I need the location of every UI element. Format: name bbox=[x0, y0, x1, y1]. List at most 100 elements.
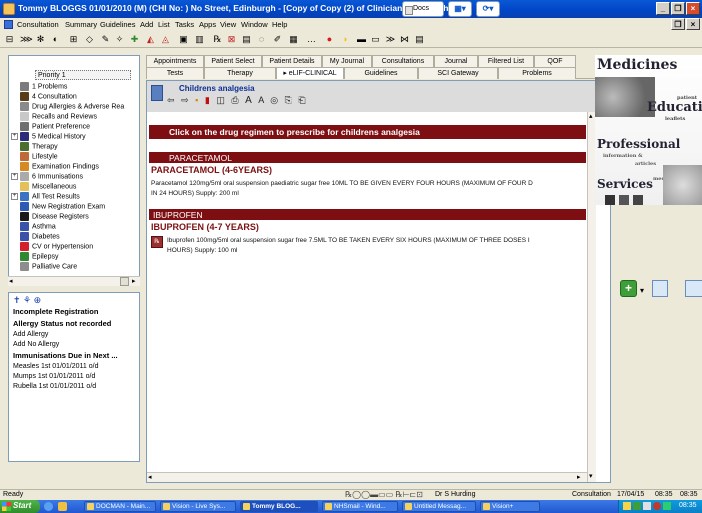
toolbar-button-17-icon[interactable]: ◌ bbox=[256, 34, 267, 45]
start-button[interactable]: Start bbox=[0, 500, 40, 513]
menu-add[interactable]: Add bbox=[140, 20, 153, 29]
restore-button[interactable]: ❐ bbox=[671, 2, 685, 15]
bookmark-icon[interactable]: ▮ bbox=[205, 95, 210, 105]
menu-tasks[interactable]: Tasks bbox=[175, 20, 194, 29]
toolbar-button-7-icon[interactable]: ✎ bbox=[100, 34, 111, 45]
toolbar-button-13-icon[interactable]: ▥ bbox=[194, 34, 205, 45]
taskbar-button-untitled-message[interactable]: Untitled Messag... bbox=[402, 501, 476, 512]
due-item[interactable]: Mumps 1st 01/01/2011 o/d bbox=[13, 373, 95, 380]
toolbar-button-16-icon[interactable]: ▤ bbox=[241, 34, 252, 45]
scroll-up-icon[interactable]: ▴ bbox=[589, 112, 593, 120]
menu-list[interactable]: List bbox=[158, 20, 170, 29]
add-no-allergy-link[interactable]: Add No Allergy bbox=[13, 341, 59, 348]
home-icon[interactable]: ▪ bbox=[195, 95, 198, 105]
due-item[interactable]: Measles 1st 01/01/2011 o/d bbox=[13, 363, 98, 370]
rx-icon[interactable]: ℞ bbox=[212, 34, 223, 45]
alert-toolbar-icons[interactable]: ✝ ⚘ ⊕ bbox=[13, 295, 41, 306]
tree-item[interactable]: Patient Preference bbox=[11, 122, 90, 132]
menu-summary[interactable]: Summary bbox=[65, 20, 97, 29]
toolbar-button-24-icon[interactable]: ▭ bbox=[370, 34, 381, 45]
expand-icon[interactable]: + bbox=[11, 133, 18, 140]
menu-consultation[interactable]: Consultation bbox=[17, 20, 59, 29]
regimen-text-paracetamol-line1[interactable]: Paracetamol 120mg/5ml oral suspension pa… bbox=[151, 179, 588, 189]
more-icon[interactable]: … bbox=[306, 34, 317, 45]
add-allergy-link[interactable]: Add Allergy bbox=[13, 331, 48, 338]
tab-filtered-list[interactable]: Filtered List bbox=[478, 55, 534, 67]
due-item[interactable]: Rubella 1st 01/01/2011 o/d bbox=[13, 383, 96, 390]
toolbar-button-6-icon[interactable]: ◇ bbox=[84, 34, 95, 45]
taskbar-button-nhsmail[interactable]: NHSmail - Wind... bbox=[322, 501, 398, 512]
font-larger-icon[interactable]: A bbox=[245, 95, 252, 106]
back-icon[interactable]: ⇦ bbox=[167, 95, 175, 105]
mdi-restore-button[interactable]: ❐ bbox=[671, 18, 685, 30]
hscroll-right-icon[interactable]: ▸ bbox=[577, 473, 581, 481]
clinical-tree[interactable]: Priority 1 1 Problems 4 Consultation Drug … bbox=[8, 55, 140, 286]
regimen-text-ibuprofen-line1[interactable]: Ibuprofen 100mg/5ml oral suspension suga… bbox=[167, 236, 588, 246]
menu-apps[interactable]: Apps bbox=[199, 20, 216, 29]
tree-item[interactable]: Epilepsy bbox=[11, 252, 58, 262]
expand-icon[interactable]: + bbox=[11, 173, 18, 180]
grid-dropdown-button[interactable]: ▦▾ bbox=[448, 1, 472, 17]
tree-item[interactable]: 4 Consultation bbox=[11, 92, 77, 102]
globe-icon[interactable]: ◎ bbox=[270, 95, 278, 105]
add-green-icon[interactable]: + bbox=[620, 280, 637, 297]
medicines-link[interactable]: Medicines bbox=[597, 57, 677, 73]
docs-button[interactable]: Docs bbox=[402, 1, 444, 17]
tree-item[interactable]: Disease Registers bbox=[11, 212, 89, 222]
taskbar-button-tommy-blog[interactable]: Tommy BLOG... bbox=[240, 501, 318, 512]
print-preview-icon[interactable]: ⎙ bbox=[231, 95, 238, 105]
tree-item[interactable]: + All Test Results bbox=[11, 192, 80, 202]
quicklaunch-ie-icon[interactable] bbox=[44, 502, 53, 511]
red-dot-icon[interactable]: ● bbox=[324, 34, 335, 45]
tray-icon-2[interactable] bbox=[633, 502, 641, 510]
professional-link[interactable]: Professional bbox=[597, 137, 680, 151]
document-horizontal-scrollbar[interactable]: ◂ ▸ bbox=[147, 472, 587, 482]
tree-horizontal-scrollbar[interactable]: ◂ ▸ bbox=[8, 276, 140, 286]
tray-icon-3[interactable] bbox=[643, 502, 651, 510]
refresh-dropdown-button[interactable]: ⟳▾ bbox=[476, 1, 500, 17]
prescribe-rx-icon[interactable]: ℞ bbox=[151, 236, 163, 248]
scroll-right-icon[interactable]: ▸ bbox=[132, 277, 136, 285]
menu-window[interactable]: Window bbox=[241, 20, 268, 29]
quicklaunch-folder-icon[interactable] bbox=[58, 502, 67, 511]
menu-help[interactable]: Help bbox=[272, 20, 287, 29]
thumb-2-image[interactable] bbox=[619, 195, 629, 205]
toolbar-button-18-icon[interactable]: ✐ bbox=[272, 34, 283, 45]
regimen-text-ibuprofen-line2[interactable]: HOURS) Supply: 100 ml bbox=[167, 246, 588, 256]
tab-problems[interactable]: Problems bbox=[498, 67, 576, 79]
toolbar-button-10-icon[interactable]: ◭ bbox=[145, 34, 156, 45]
tree-item[interactable]: +5 Medical History bbox=[11, 132, 86, 142]
scroll-thumb[interactable] bbox=[120, 277, 129, 286]
tree-item[interactable]: New Registration Exam bbox=[11, 202, 105, 212]
menu-view[interactable]: View bbox=[220, 20, 236, 29]
tab-patient-select[interactable]: Patient Select bbox=[204, 55, 262, 67]
tree-header[interactable]: Priority 1 bbox=[35, 70, 131, 80]
education-link[interactable]: Education bbox=[647, 100, 702, 115]
taskbar-button-vision-plus[interactable]: Vision+ bbox=[480, 501, 540, 512]
forward-icon[interactable]: ⇨ bbox=[181, 95, 189, 105]
regimen-title-paracetamol[interactable]: PARACETAMOL (4-6YEARS) bbox=[151, 165, 272, 175]
tree-item[interactable]: Asthma bbox=[11, 222, 56, 232]
tab-sci-gateway[interactable]: SCI Gateway bbox=[418, 67, 498, 79]
dropdown-arrow-icon[interactable]: ▾ bbox=[640, 286, 644, 295]
toolbar-button-25-icon[interactable]: ≫ bbox=[385, 34, 396, 45]
document-edit-icon[interactable] bbox=[685, 280, 702, 297]
thumb-1-image[interactable] bbox=[605, 195, 615, 205]
tab-guidelines[interactable]: Guidelines bbox=[344, 67, 418, 79]
tab-therapy[interactable]: Therapy bbox=[204, 67, 276, 79]
immunisations-due-alert[interactable]: Immunisations Due in Next ... bbox=[13, 351, 118, 360]
tab-tests[interactable]: Tests bbox=[146, 67, 204, 79]
regimen-text-paracetamol-line2[interactable]: IN 24 HOURS) Supply: 200 ml bbox=[151, 189, 588, 199]
tab-appointments[interactable]: Appointments bbox=[146, 55, 204, 67]
services-link[interactable]: Services bbox=[597, 177, 653, 191]
toolbar-button-12-icon[interactable]: ▣ bbox=[178, 34, 189, 45]
toolbar-button-3-icon[interactable]: ✻ bbox=[35, 34, 46, 45]
tab-qof[interactable]: QOF bbox=[534, 55, 576, 67]
tree-item[interactable]: Drug Allergies & Adverse Rea bbox=[11, 102, 124, 112]
tray-icon-1[interactable] bbox=[623, 502, 631, 510]
toolbar-button-19-icon[interactable]: ▦ bbox=[288, 34, 299, 45]
scroll-down-icon[interactable]: ▾ bbox=[589, 472, 593, 480]
taskbar-button-vision-live[interactable]: Vision - Live Sys... bbox=[160, 501, 236, 512]
scroll-left-icon[interactable]: ◂ bbox=[9, 277, 13, 285]
tree-item[interactable]: 1 Problems bbox=[11, 82, 67, 92]
